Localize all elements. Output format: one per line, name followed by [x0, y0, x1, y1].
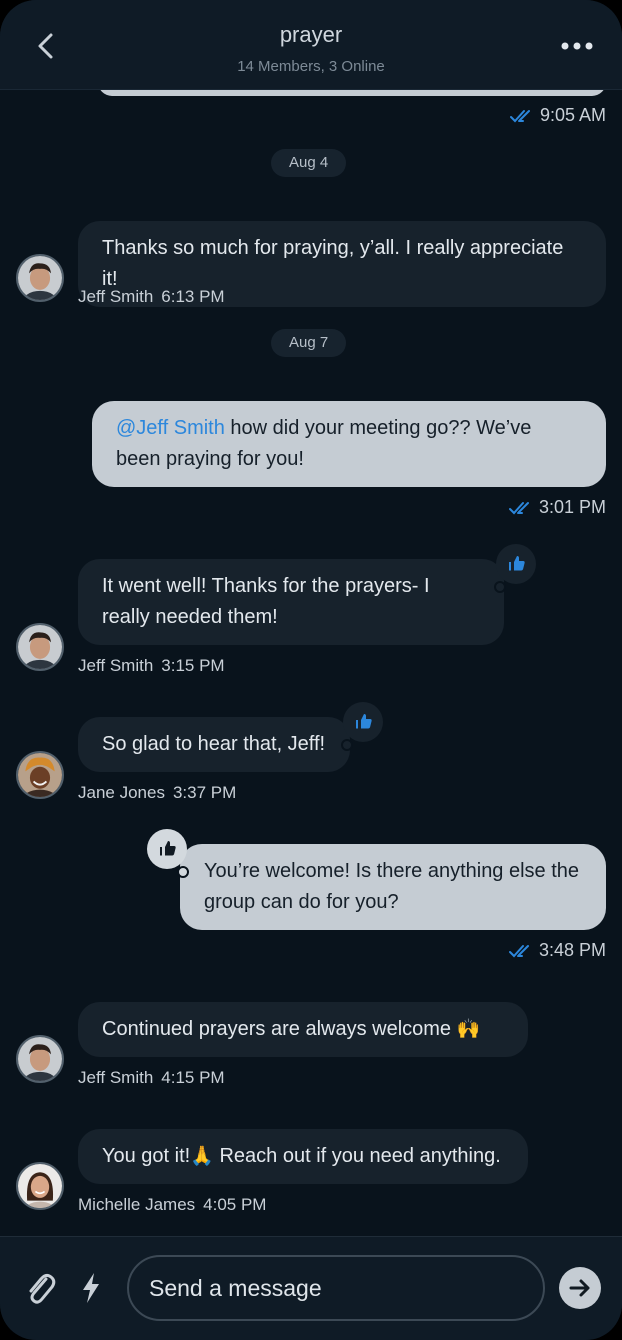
user-mention[interactable]: @Jeff Smith — [116, 417, 225, 439]
avatar-jeff-smith — [18, 256, 62, 300]
message-time: 3:48 PM — [538, 940, 606, 960]
lightning-icon[interactable] — [78, 1271, 104, 1305]
avatar[interactable] — [16, 1162, 64, 1210]
arrow-right-icon — [569, 1279, 590, 1297]
message-text: how did your meeting go?? We’ve — [224, 417, 532, 439]
message-status: 3:48 PM — [508, 940, 606, 961]
avatar[interactable] — [16, 1035, 64, 1083]
message-composer — [0, 1236, 622, 1340]
author-name[interactable]: Jane Jones — [78, 783, 165, 802]
message-text: really needed them! — [102, 606, 278, 628]
folded-hands-emoji: 🙏 — [190, 1145, 214, 1167]
author-name[interactable]: Michelle James — [78, 1195, 195, 1214]
avatar[interactable] — [16, 623, 64, 671]
message-text: Reach out if you need anything. — [213, 1145, 501, 1167]
thumbs-up-icon — [160, 841, 176, 856]
chat-header: prayer 14 Members, 3 Online — [0, 0, 622, 90]
message-text: Thanks so much for praying, y’all. I rea… — [102, 237, 564, 290]
thumbs-up-icon — [356, 714, 372, 729]
date-separator: Aug 4 — [271, 149, 347, 177]
message-time: 6:13 PM — [161, 287, 225, 306]
reaction-badge[interactable] — [343, 702, 383, 742]
channel-title: prayer — [279, 22, 343, 47]
avatar-jeff-smith — [18, 1037, 62, 1081]
double-check-icon — [509, 110, 530, 123]
channel-member-count: 14 Members, 3 Online — [237, 58, 385, 75]
message-text: group can do for you? — [204, 891, 399, 913]
message-status: 3:01 PM — [508, 497, 606, 518]
double-check-icon — [508, 945, 529, 958]
message-time: 3:15 PM — [161, 656, 225, 675]
paperclip-icon[interactable] — [24, 1269, 58, 1309]
reaction-tail — [177, 866, 189, 878]
raised-hands-emoji: 🙌 — [456, 1018, 481, 1040]
message-meta: Jeff Smith 6:13 PM — [78, 287, 225, 307]
message-input[interactable] — [127, 1255, 545, 1321]
message-meta: Jane Jones 3:37 PM — [78, 783, 236, 803]
message-bubble-incoming[interactable]: Continued prayers are always welcome 🙌 — [78, 1002, 528, 1057]
reaction-badge[interactable] — [147, 829, 187, 869]
date-separator: Aug 7 — [271, 329, 347, 357]
message-bubble-clipped — [98, 90, 606, 96]
message-bubble-outgoing[interactable]: You’re welcome! Is there anything else t… — [180, 844, 606, 930]
reaction-badge[interactable] — [496, 544, 536, 584]
message-time: 3:01 PM — [538, 497, 606, 517]
message-bubble-incoming[interactable]: It went well! Thanks for the prayers- I … — [78, 559, 504, 645]
author-name[interactable]: Jeff Smith — [78, 1068, 153, 1087]
message-meta: Michelle James 4:05 PM — [78, 1195, 266, 1215]
reaction-tail — [494, 581, 506, 593]
thumbs-up-icon — [509, 556, 525, 571]
message-bubble-outgoing[interactable]: @Jeff Smith how did your meeting go?? We… — [92, 401, 606, 487]
message-bubble-incoming[interactable]: You got it!🙏 Reach out if you need anyth… — [78, 1129, 528, 1184]
more-dots-icon[interactable] — [560, 36, 594, 56]
author-name[interactable]: Jeff Smith — [78, 656, 153, 675]
author-name[interactable]: Jeff Smith — [78, 287, 153, 306]
avatar[interactable] — [16, 751, 64, 799]
message-text: It went well! Thanks for the prayers- I — [102, 575, 430, 597]
avatar-michelle-james — [18, 1164, 62, 1208]
message-time: 4:05 PM — [203, 1195, 267, 1214]
avatar-jeff-smith — [18, 625, 62, 669]
message-text: So glad to hear that, Jeff! — [102, 733, 326, 755]
message-time: 3:37 PM — [172, 783, 237, 802]
message-status: 9:05 AM — [509, 105, 606, 126]
send-button[interactable] — [559, 1267, 601, 1309]
avatar-jane-jones — [18, 753, 62, 797]
double-check-icon — [508, 502, 529, 515]
message-list[interactable]: 9:05 AM Aug 4 Thanks so much for praying… — [0, 90, 622, 1236]
message-text: You’re welcome! Is there anything else t… — [204, 860, 580, 882]
message-text: Continued prayers are always welcome — [102, 1018, 452, 1040]
message-bubble-incoming[interactable]: So glad to hear that, Jeff! — [78, 717, 350, 772]
chat-screen: prayer 14 Members, 3 Online 9:05 AM Aug … — [0, 0, 622, 1340]
message-text: been praying for you! — [116, 448, 304, 470]
reaction-tail — [341, 739, 353, 751]
message-meta: Jeff Smith 4:15 PM — [78, 1068, 225, 1088]
message-time: 9:05 AM — [539, 105, 606, 125]
message-meta: Jeff Smith 3:15 PM — [78, 656, 225, 676]
message-time: 4:15 PM — [161, 1068, 225, 1087]
message-text: You got it! — [102, 1145, 191, 1167]
avatar[interactable] — [16, 254, 64, 302]
